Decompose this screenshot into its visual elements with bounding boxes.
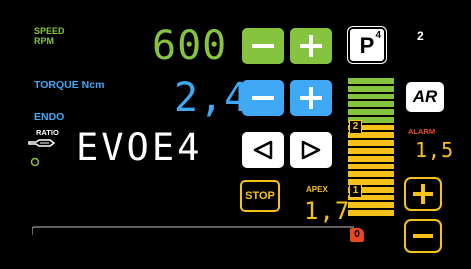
speed-minus-button[interactable] — [242, 28, 284, 64]
program-superscript: 4 — [375, 30, 381, 41]
endo-label: ENDO — [34, 111, 65, 123]
program-button[interactable]: P 4 — [348, 27, 386, 63]
speed-plus-button[interactable] — [290, 28, 332, 64]
apex-bar-yellow — [348, 155, 394, 162]
apex-bar-yellow — [348, 163, 394, 170]
apex-bar-green — [348, 101, 394, 108]
endo-motor-display: SPEED RPM 600 TORQUE Ncm 2,4 ENDO RATIO … — [14, 14, 457, 255]
minus-icon — [252, 44, 274, 48]
torque-value: 2,4 — [174, 75, 250, 121]
speed-value: 600 — [152, 23, 228, 69]
alarm-plus-button[interactable] — [404, 177, 442, 211]
auto-reverse-button[interactable]: AR — [406, 82, 444, 112]
mode-display: EVOE4 — [76, 126, 203, 169]
apex-bar-yellow — [348, 140, 394, 146]
apex-scale-marker-1: 1 — [349, 184, 362, 198]
rpm-label: RPM — [34, 36, 54, 46]
apex-bar-yellow — [348, 210, 394, 216]
torque-plus-button[interactable] — [290, 80, 332, 116]
mode-prev-button[interactable] — [242, 132, 284, 168]
apex-bar-green — [348, 109, 394, 115]
alarm-minus-button[interactable] — [404, 219, 442, 253]
status-indicator — [30, 157, 40, 167]
apex-scale: 2 1 — [348, 78, 396, 218]
apex-scale-marker-2: 2 — [349, 120, 362, 134]
apex-bar-green — [348, 85, 394, 92]
apex-label: APEX — [306, 185, 328, 194]
triangle-right-icon — [301, 140, 321, 160]
triangle-left-icon — [253, 140, 273, 160]
ratio-label: RATIO — [36, 128, 59, 137]
handpiece-icon — [28, 139, 56, 147]
program-letter: P — [359, 33, 375, 58]
apex-bar-yellow — [348, 171, 394, 178]
torque-minus-button[interactable] — [242, 80, 284, 116]
divider-line — [32, 226, 354, 235]
program-number: 2 — [417, 29, 424, 43]
torque-label: TORQUE Ncm — [34, 79, 105, 91]
apex-bar-yellow — [348, 202, 394, 209]
speed-label: SPEED — [34, 26, 65, 36]
plus-icon — [413, 184, 433, 204]
minus-icon — [413, 234, 433, 238]
stop-button[interactable]: STOP — [240, 180, 280, 212]
alarm-label: ALARM — [408, 127, 436, 136]
alarm-value: 1,5 — [415, 138, 455, 162]
apex-value: 1,7 — [304, 197, 351, 225]
mode-next-button[interactable] — [290, 132, 332, 168]
minus-icon — [252, 96, 274, 100]
apex-bar-green — [348, 78, 394, 84]
plus-icon — [300, 35, 322, 57]
apex-bar-yellow — [348, 148, 394, 154]
plus-icon — [300, 87, 322, 109]
apex-bar-green — [348, 93, 394, 100]
